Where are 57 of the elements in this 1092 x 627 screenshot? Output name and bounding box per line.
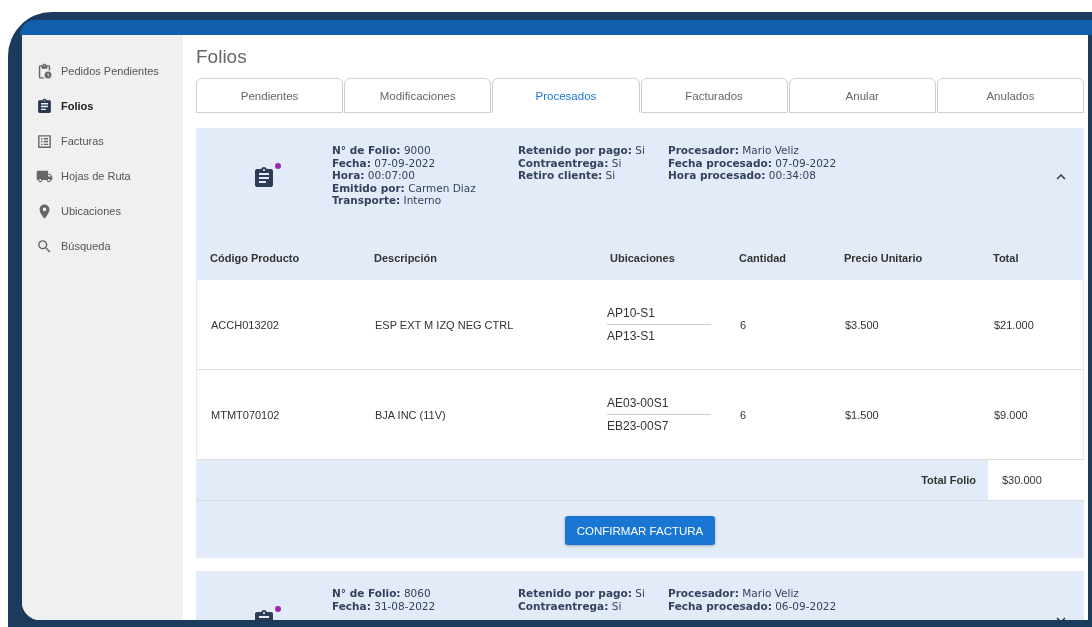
clipboard-clock-icon [36,62,53,80]
folio-info: Procesador: Mario Veliz [668,587,800,600]
tab[interactable]: Pendientes [196,78,344,113]
tab[interactable]: Anulados [936,78,1084,113]
column-header: Total [993,251,1020,264]
table-cell-text: 6 [740,318,748,331]
table-cell-text: $3.500 [845,318,880,331]
sidebar-item[interactable]: Pedidos Pendientes [22,60,183,82]
folio-info: Fecha procesado: 06-09-2022 [668,599,838,612]
sidebar-item[interactable]: Facturas [22,130,183,152]
folio-info: Contraentrega: Si [518,599,623,612]
folio-info: Hora procesado: 00:34:08 [668,169,817,182]
folio-info: Emitido por: Carmen Diaz [332,181,477,194]
folio-info: Transporte: Interno [332,194,443,207]
tab[interactable]: Procesados [492,78,640,113]
sidebar-item[interactable]: Búsqueda [22,235,183,257]
table-cell-text: $9.000 [994,408,1029,421]
table-cell-text: BJA INC (11V) [375,408,447,421]
folio-info: Fecha procesado: 07-09-2022 [668,156,838,169]
column-header: Código Producto [210,251,301,264]
location-code: EB23-00S7 [607,414,711,437]
folio-info: Retiro cliente: Si [518,169,617,182]
list-icon [36,132,53,150]
column-header: Precio Unitario [844,251,924,264]
column-header: Descripción [374,251,438,264]
sidebar-item[interactable]: Ubicaciones [22,200,183,222]
search-icon [36,237,53,255]
folio-info: N° de Folio: 9000 [332,144,432,157]
folio-info: Fecha: 31-08-2022 [332,599,437,612]
table-cell-text: $1.500 [845,408,880,421]
page-title: Folios [196,46,247,68]
tab[interactable]: Modificaciones [344,78,492,113]
table-cell-text: ESP EXT M IZQ NEG CTRL [375,318,515,331]
location-code: AP10-S1 [607,305,657,322]
tab[interactable]: Anular [788,78,936,113]
table-cell-text: MTMT070102 [211,408,281,421]
table-cell-text: ACCH013202 [211,318,280,331]
location-code: AE03-00S1 [607,395,670,412]
column-header: Cantidad [739,251,788,264]
total-value: $30.000 [988,460,1084,500]
sidebar-item[interactable]: Folios [22,95,183,117]
folio-info: Procesador: Mario Veliz [668,144,800,157]
folio-info: Hora: 00:07:00 [332,169,416,182]
table-cell-text: 6 [740,408,748,421]
location-code: AP13-S1 [607,324,711,347]
folio-info: Retenido por pago: Si [518,587,646,600]
clipboard-icon [36,97,53,115]
folio-info: N° de Folio: 8060 [332,587,432,600]
column-header: Ubicaciones [610,251,676,264]
confirm-invoice-button[interactable]: CONFIRMAR FACTURA [564,516,716,545]
folio-info: Retenido por pago: Si [518,144,646,157]
folio-info: Fecha: 07-09-2022 [332,156,437,169]
table-cell-text: $21.000 [994,318,1035,331]
sidebar-item[interactable]: Hojas de Ruta [22,165,183,187]
folio-info: Contraentrega: Si [518,156,623,169]
tab[interactable]: Facturados [640,78,788,113]
total-label: Total Folio [921,474,976,486]
